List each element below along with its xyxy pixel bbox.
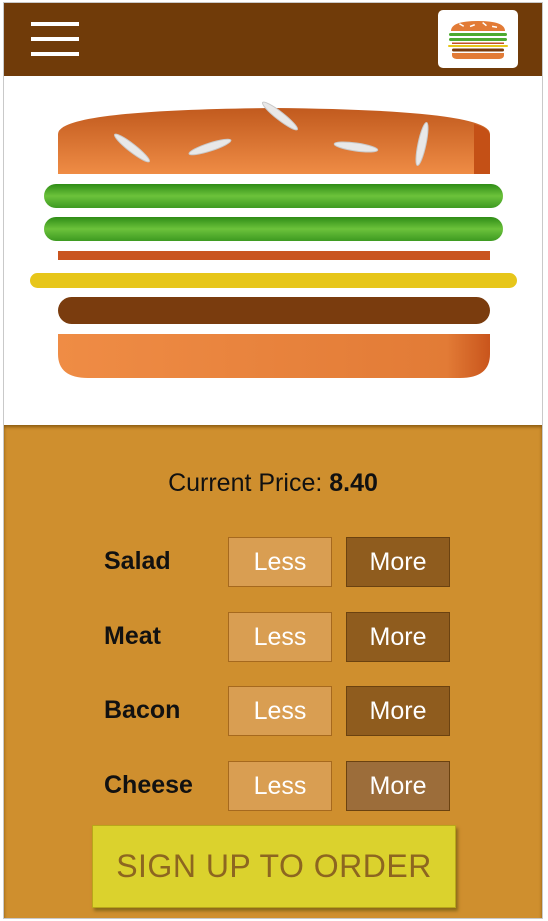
price-label: Current Price: [168,469,323,497]
current-price: Current Price: 8.40 [4,469,542,498]
control-meat: Meat Less More [4,612,542,664]
less-salad-button[interactable]: Less [228,537,332,587]
sign-up-to-order-button[interactable]: SIGN UP TO ORDER [92,825,456,908]
less-bacon-button[interactable]: Less [228,686,332,736]
less-cheese-button[interactable]: Less [228,761,332,811]
menu-bar [31,52,79,56]
control-label: Meat [104,622,161,650]
toolbar [4,3,542,76]
build-controls: Current Price: 8.40 Salad Less More Meat… [4,425,542,918]
salad-layer [44,184,503,208]
more-meat-button[interactable]: More [346,612,450,662]
more-bacon-button[interactable]: More [346,686,450,736]
control-label: Salad [104,547,171,575]
meat-layer [58,297,490,324]
price-value: 8.40 [329,469,378,497]
more-salad-button[interactable]: More [346,537,450,587]
bread-bottom [58,334,490,378]
menu-bar [31,37,79,41]
hamburger-menu-icon[interactable] [31,20,81,60]
control-label: Bacon [104,696,181,724]
burger-preview [4,76,542,425]
app-frame: Current Price: 8.40 Salad Less More Meat… [3,2,543,919]
control-label: Cheese [104,771,193,799]
bread-top [58,101,490,174]
control-bacon: Bacon Less More [4,686,542,738]
control-salad: Salad Less More [4,537,542,589]
burger-graphic [30,101,517,378]
logo-graphic [448,21,508,59]
more-cheese-button[interactable]: More [346,761,450,811]
control-cheese: Cheese Less More [4,761,542,813]
menu-bar [31,22,79,26]
salad-layer [44,217,503,241]
less-meat-button[interactable]: Less [228,612,332,662]
cheese-layer [30,273,517,288]
burger-logo-icon[interactable] [438,10,518,68]
bacon-layer [58,251,490,260]
